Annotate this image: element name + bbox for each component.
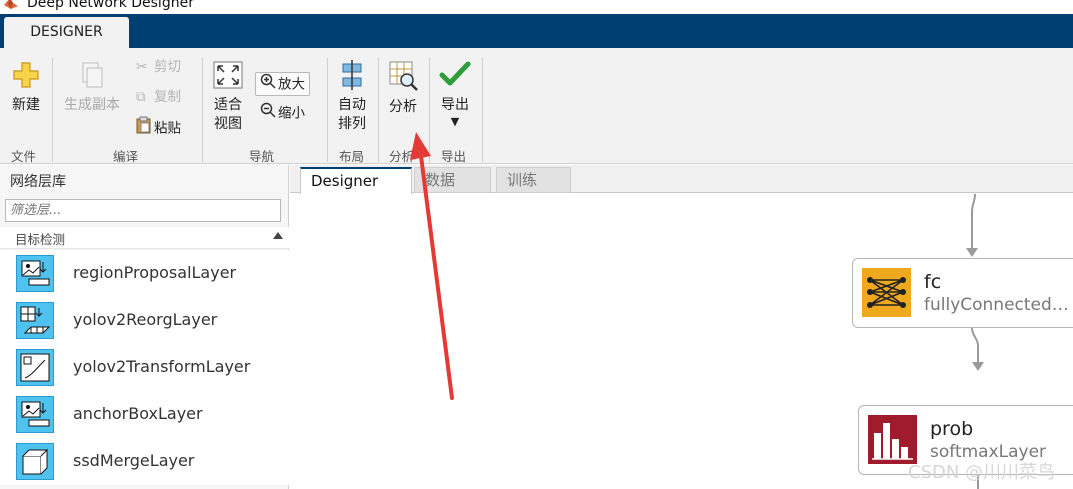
watermark: CSDN @川川菜鸟 [908,462,1056,483]
annotation-arrow [410,132,454,400]
